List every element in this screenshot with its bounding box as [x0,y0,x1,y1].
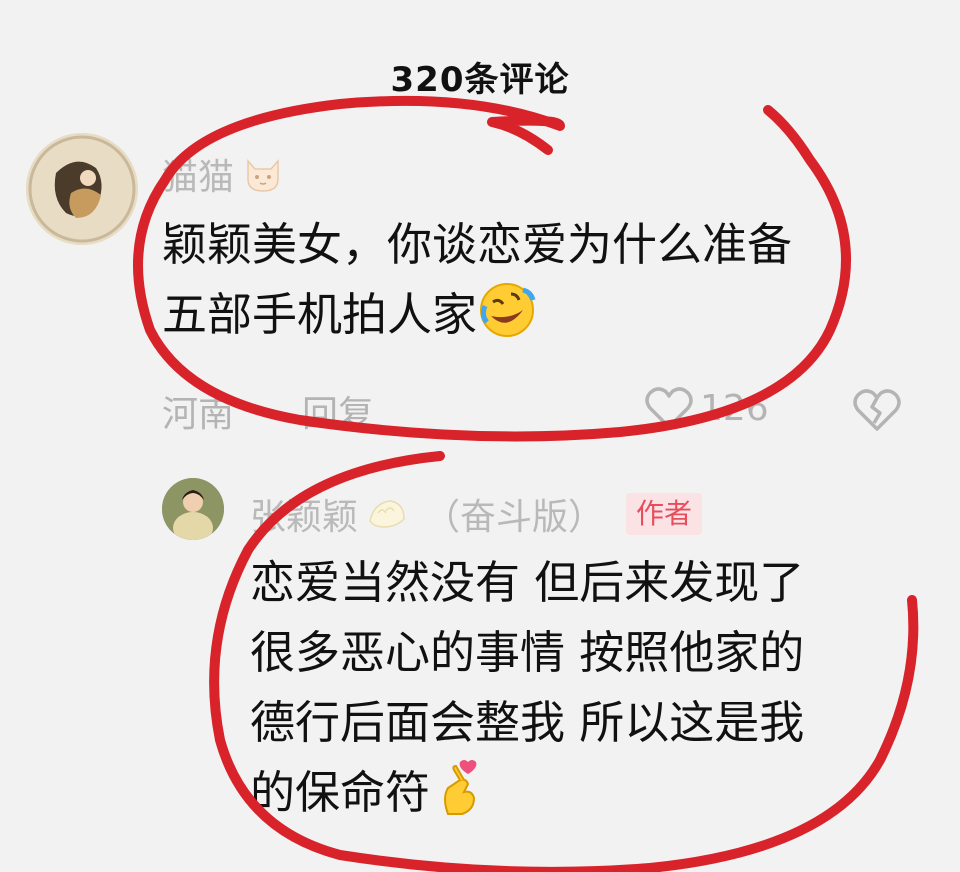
comment-line-with-emoji: 五部手机拍人家 [162,280,922,350]
reply-username-row: 张颖颖 （奋斗版） 作者 [250,488,703,540]
reply-avatar[interactable] [162,478,224,540]
cat-face-icon [247,159,279,192]
reply-line-with-emoji: 的保命符 [250,758,930,828]
rolling-laughing-icon [480,283,536,337]
reply-body: 恋爱当然没有 但后来发现了 很多恶心的事情 按照他家的 德行后面会整我 所以这是… [250,548,930,828]
username-text: 猫猫 [162,157,235,198]
location-label: 河南 [162,394,235,435]
comment-body: 颖颖美女，你谈恋爱为什么准备 五部手机拍人家 [162,210,922,350]
comment-line: 颖颖美女，你谈恋爱为什么准备 [162,218,793,271]
comment-username[interactable]: 猫猫 [162,148,284,200]
reply-line: 很多恶心的事情 按照他家的 [250,626,805,679]
like-button[interactable]: 126 [644,385,769,431]
like-count: 126 [700,387,769,429]
broken-heart-icon[interactable] [852,387,902,433]
finger-heart-icon [444,760,477,815]
reply-username[interactable]: 张颖颖 [250,488,358,540]
comment-meta-row: 河南 回复 126 [162,385,922,437]
reply-button[interactable]: 回复 [302,385,374,437]
comment-line: 五部手机拍人家 [162,288,478,341]
comment-count-title: 320条评论 [390,60,570,100]
edition-label: （奋斗版） [424,497,605,538]
heart-icon [645,387,693,429]
reply-line: 德行后面会整我 所以这是我 [250,696,805,749]
reply-line: 的保命符 [250,766,431,819]
dumpling-icon [369,500,405,528]
author-badge: 作者 [626,493,703,535]
avatar[interactable] [26,133,138,245]
reply-line: 恋爱当然没有 但后来发现了 [250,556,805,609]
